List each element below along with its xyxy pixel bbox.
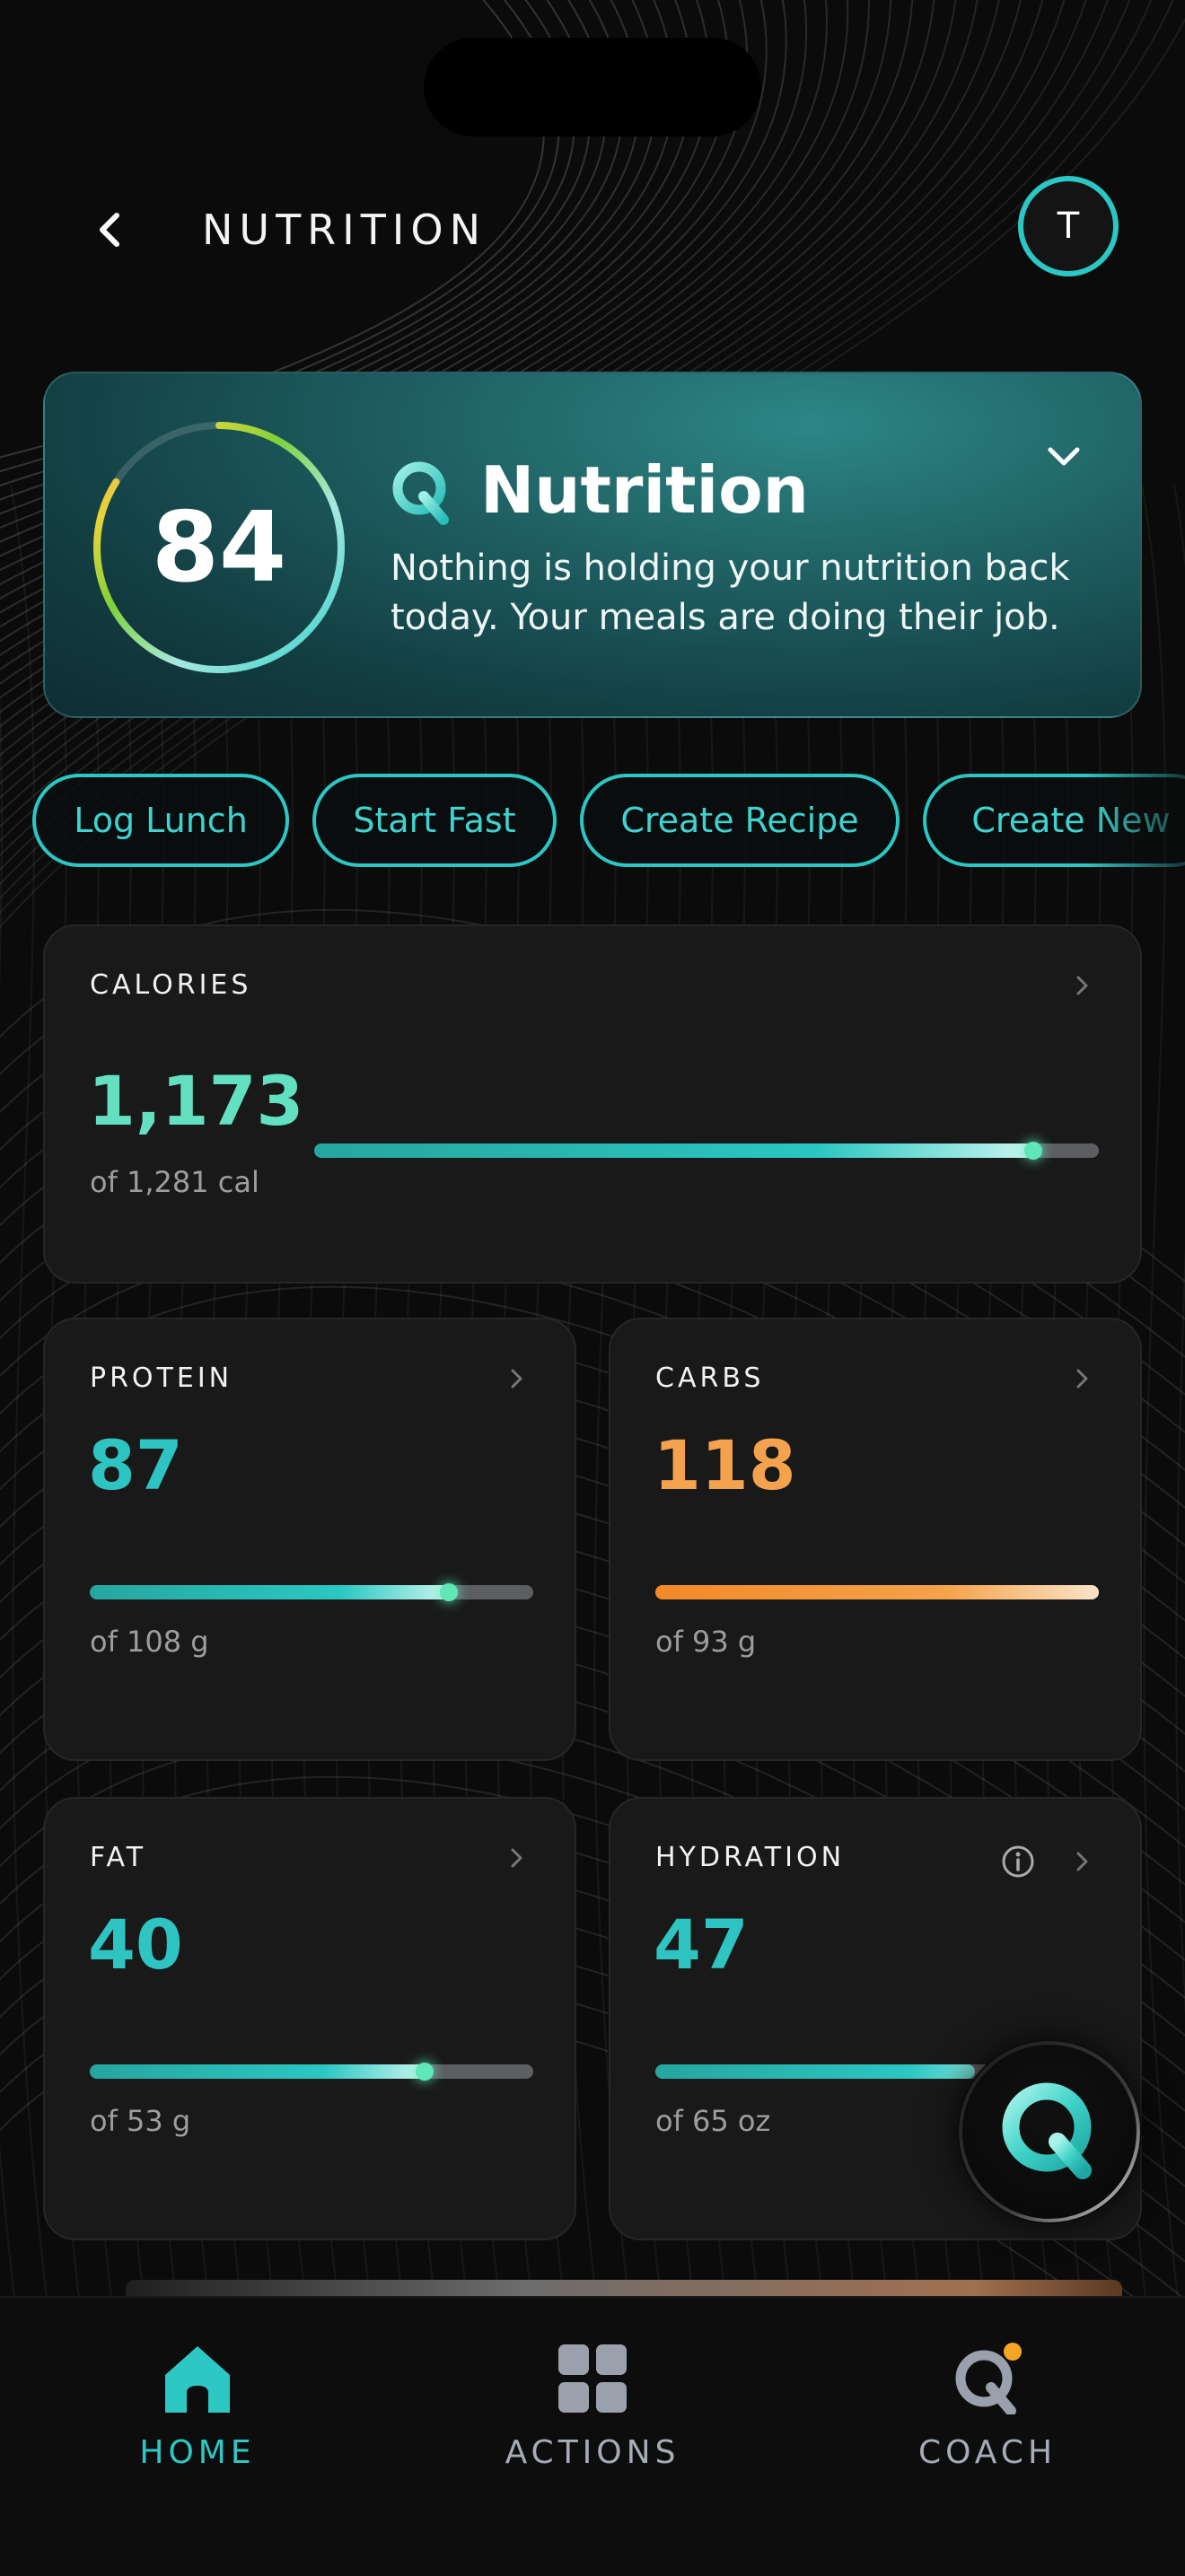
hydration-target: of 65 oz [655,2104,771,2138]
protein-progress-fill [90,1585,450,1599]
carbs-label: CARBS [655,1362,765,1394]
chevron-right-icon [1076,976,1088,995]
hydration-value: 47 [654,1905,749,1985]
grid-icon [558,2344,627,2413]
fat-progress-dot [415,2063,434,2081]
fat-value: 40 [88,1905,183,1985]
hydration-progress-fill [655,2064,975,2079]
calories-target: of 1,281 cal [90,1165,259,1199]
hydration-label: HYDRATION [655,1842,846,1873]
chevron-right-icon [1076,1852,1088,1871]
avatar[interactable]: T [1018,176,1119,276]
tab-home[interactable]: HOME [63,2298,332,2471]
next-card-peek [126,2280,1122,2298]
tab-coach[interactable]: COACH [853,2298,1122,2471]
home-icon [165,2346,230,2413]
tab-coach-label: COACH [917,2434,1058,2471]
fat-progress-bar [90,2063,533,2081]
fat-progress-fill [90,2064,425,2079]
carbs-progress-fill [655,1585,1099,1599]
page-title: NUTRITION [202,206,487,254]
q-logo-icon [392,461,449,525]
chevron-right-icon [511,1848,522,1868]
carbs-card[interactable]: CARBS 118 of 93 g [609,1318,1142,1761]
dynamic-island [424,38,761,136]
protein-label: PROTEIN [90,1362,233,1394]
bottom-tab-bar: HOME ACTIONS COACH [0,2296,1185,2576]
chip-start-fast[interactable]: Start Fast [312,774,557,867]
chip-log-lunch[interactable]: Log Lunch [32,774,289,867]
chip-create-recipe[interactable]: Create Recipe [580,774,900,867]
protein-progress-bar [90,1583,533,1601]
fat-target: of 53 g [90,2104,191,2138]
score-value: 84 [151,491,287,604]
calories-progress-dot [1023,1142,1042,1160]
carbs-value: 118 [654,1425,796,1505]
chevron-left-icon [100,213,119,247]
hero-description: Nothing is holding your nutrition back t… [391,548,1070,638]
protein-card[interactable]: PROTEIN 87 of 108 g [43,1318,576,1761]
fat-label: FAT [90,1842,147,1873]
fat-card[interactable]: FAT 40 of 53 g [43,1797,576,2240]
calories-label: CALORIES [90,969,252,1001]
tab-home-label: HOME [139,2434,256,2471]
q-logo-icon [959,2041,1140,2222]
calories-value: 1,173 [88,1061,304,1141]
info-icon[interactable] [1000,1844,1036,1879]
nutrition-score-card[interactable]: 84 Nutrition Nothing is holding your nut… [43,372,1142,718]
carbs-progress-bar [655,1585,1099,1599]
calories-card[interactable]: CALORIES 1,173 of 1,281 cal [43,924,1142,1284]
calories-progress-fill [314,1143,1033,1158]
q-coach-icon [955,2343,1022,2414]
protein-progress-dot [440,1583,459,1601]
carbs-target: of 93 g [655,1625,757,1659]
chip-create-new[interactable]: Create New [923,774,1185,867]
protein-value: 87 [88,1425,183,1505]
hero-title: Nutrition [480,452,809,528]
chevron-down-icon[interactable] [1043,436,1084,478]
tab-actions[interactable]: ACTIONS [458,2298,727,2471]
coach-fab-button[interactable] [957,2039,1142,2224]
chevron-right-icon [511,1369,522,1389]
calories-progress-bar [314,1142,1099,1160]
back-button[interactable] [83,203,136,257]
chevron-right-icon [1076,1369,1088,1389]
tab-actions-label: ACTIONS [505,2434,680,2471]
protein-target: of 108 g [90,1625,209,1659]
